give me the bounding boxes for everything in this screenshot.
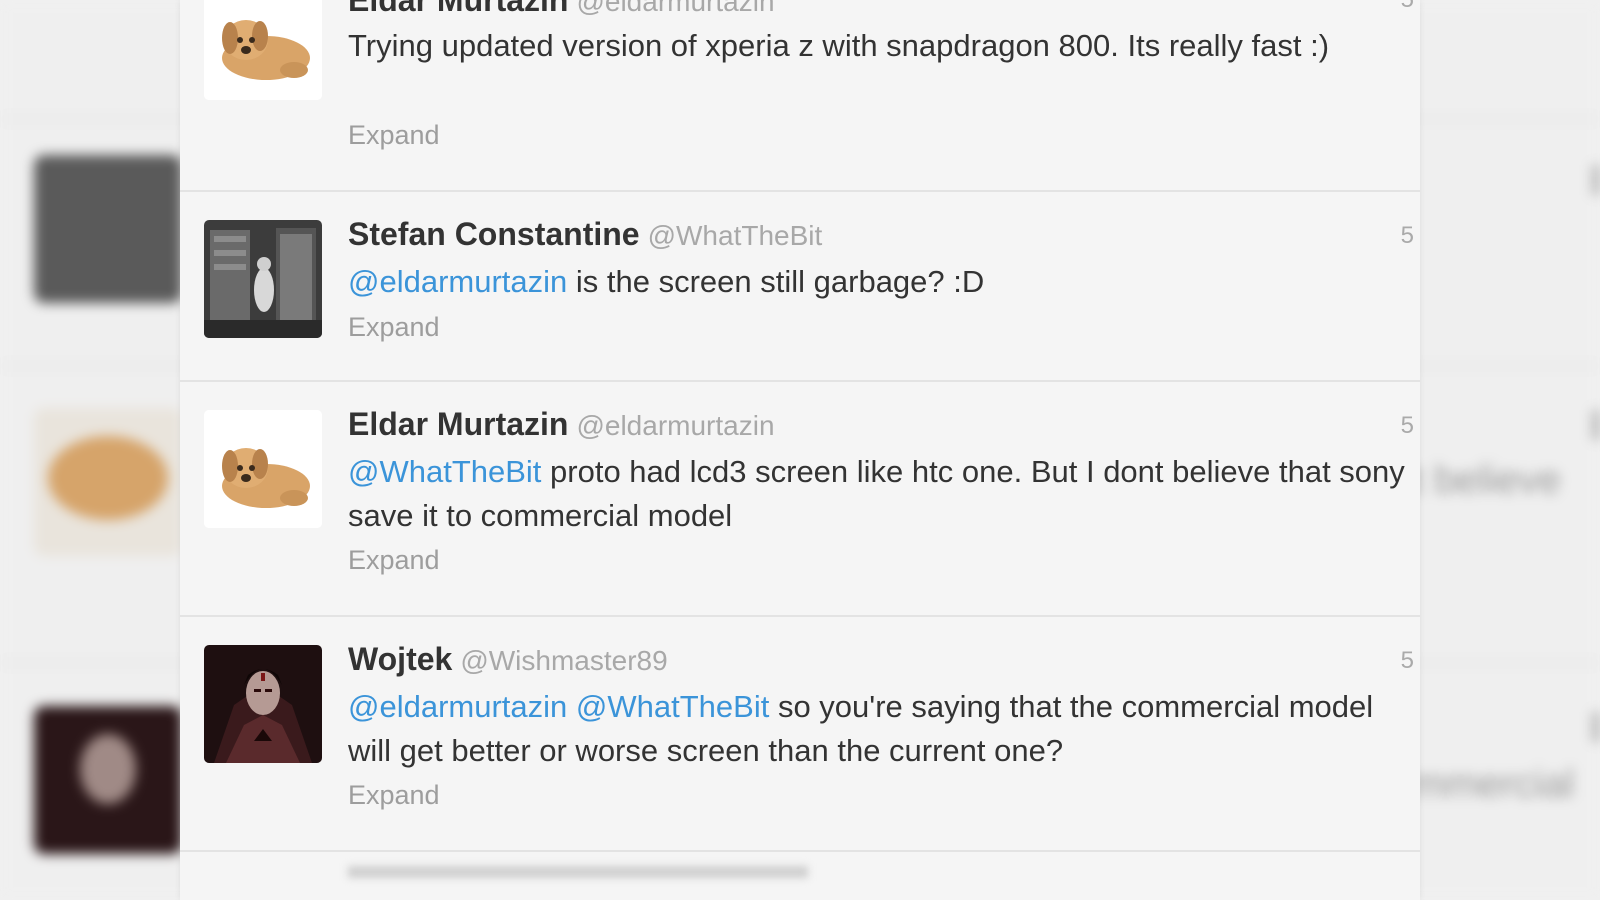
backdrop-text: mmercial (1412, 762, 1575, 806)
tweet-header: Eldar Murtazin @eldarmurtazin (348, 406, 775, 443)
tweet-text: @WhatTheBit proto had lcd3 screen like h… (348, 450, 1418, 538)
tweet-timestamp[interactable]: 5 (1401, 647, 1414, 675)
tweet-timestamp[interactable]: 5 (1401, 0, 1414, 14)
backdrop-timestamp-mark (1592, 712, 1600, 742)
expand-link[interactable]: Expand (348, 545, 440, 576)
tweet-text: Trying updated version of xperia z with … (348, 24, 1418, 68)
tweet-header: Stefan Constantine @WhatTheBit (348, 216, 822, 253)
tweet-item[interactable]: Wojtek @Wishmaster89 5 @eldarmurtazin @Wh… (180, 615, 1420, 852)
author-name[interactable]: Stefan Constantine (348, 216, 640, 252)
backdrop-avatar-computer (34, 155, 182, 303)
avatar[interactable] (204, 410, 322, 528)
expand-link[interactable]: Expand (348, 312, 440, 343)
vintage-computer-photo-icon (204, 220, 322, 338)
backdrop-timestamp-mark (1592, 165, 1600, 195)
tweet-text: @eldarmurtazin is the screen still garba… (348, 260, 1418, 304)
expand-link[interactable]: Expand (348, 120, 440, 151)
mention-link[interactable]: @WhatTheBit (348, 454, 541, 489)
avatar[interactable] (204, 0, 322, 100)
tweet-timeline: Eldar Murtazin @eldarmurtazin 5 Trying up… (180, 0, 1420, 900)
next-tweet-preview (348, 866, 808, 878)
tweet-item[interactable]: Stefan Constantine @WhatTheBit 5 @eldarmu… (180, 190, 1420, 382)
plush-dog-icon (204, 0, 322, 100)
backdrop-avatar-dark (34, 706, 182, 854)
tweet-text-content: Trying updated version of xperia z with … (348, 28, 1330, 63)
author-handle[interactable]: @Wishmaster89 (460, 645, 667, 676)
tweet-timestamp[interactable]: 5 (1401, 412, 1414, 440)
avatar[interactable] (204, 220, 322, 338)
expand-link[interactable]: Expand (348, 780, 440, 811)
tweet-text-content: is the screen still garbage? :D (567, 264, 985, 299)
author-name[interactable]: Eldar Murtazin (348, 406, 568, 442)
avatar[interactable] (204, 645, 322, 763)
backdrop-text: t believe (1412, 458, 1561, 502)
tweet-text: @eldarmurtazin @WhatTheBit so you're say… (348, 685, 1418, 773)
plush-dog-icon (204, 410, 322, 528)
tweet-header: Eldar Murtazin @eldarmurtazin (348, 0, 775, 19)
author-handle[interactable]: @eldarmurtazin (576, 0, 774, 17)
tweet-header: Wojtek @Wishmaster89 (348, 641, 668, 678)
author-name[interactable]: Eldar Murtazin (348, 0, 568, 18)
mention-link[interactable]: @eldarmurtazin (348, 264, 567, 299)
backdrop-avatar-dog (34, 408, 182, 556)
tweet-timestamp[interactable]: 5 (1401, 222, 1414, 250)
tweet-item[interactable]: Eldar Murtazin @eldarmurtazin 5 Trying up… (180, 0, 1420, 192)
mention-link[interactable]: @WhatTheBit (576, 689, 769, 724)
mention-link[interactable]: @eldarmurtazin (348, 689, 567, 724)
dark-character-icon (204, 645, 322, 763)
author-handle[interactable]: @WhatTheBit (648, 220, 823, 251)
author-handle[interactable]: @eldarmurtazin (576, 410, 774, 441)
tweet-item[interactable]: Eldar Murtazin @eldarmurtazin 5 @WhatTheB… (180, 380, 1420, 617)
backdrop-timestamp-mark (1592, 410, 1600, 440)
author-name[interactable]: Wojtek (348, 641, 452, 677)
